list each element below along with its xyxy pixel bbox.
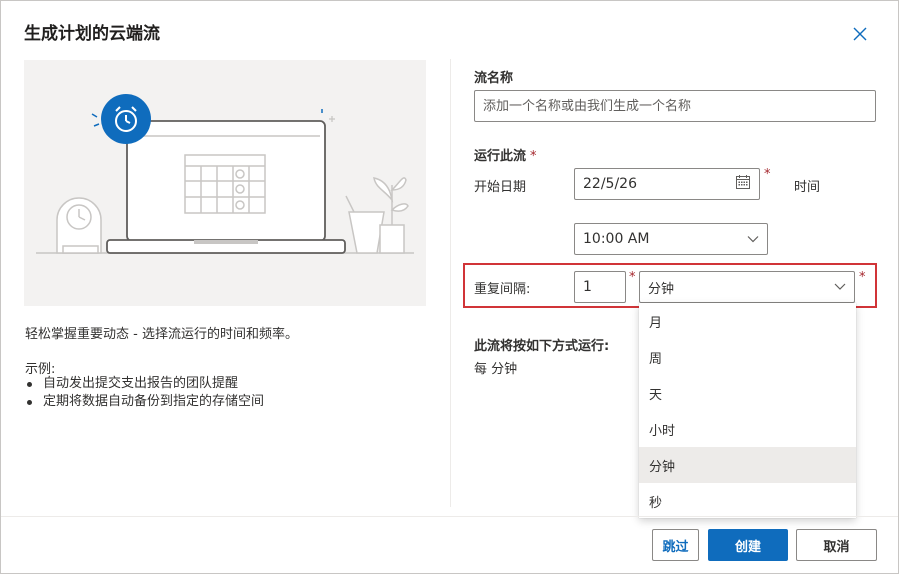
required-mark: * (859, 270, 866, 285)
summary-label: 此流将按如下方式运行: (474, 339, 610, 354)
frequency-dropdown: 月 周 天 小时 分钟 秒 (639, 303, 856, 518)
illustration (24, 60, 426, 306)
create-button[interactable]: 创建 (708, 529, 788, 561)
skip-button[interactable]: 跳过 (652, 529, 699, 561)
calendar-icon[interactable] (735, 174, 751, 194)
cancel-button[interactable]: 取消 (796, 529, 877, 561)
bullet-icon (27, 399, 32, 405)
frequency-select[interactable]: 分钟 (639, 271, 855, 303)
flow-name-label: 流名称 (474, 71, 514, 86)
time-label: 时间 (794, 180, 821, 195)
option-day[interactable]: 天 (639, 375, 856, 411)
start-date-value: 22/5/26 (583, 176, 637, 192)
option-second[interactable]: 秒 (639, 483, 856, 519)
alarm-clock-icon (91, 94, 151, 144)
frequency-value: 分钟 (648, 281, 675, 297)
close-icon[interactable] (849, 23, 871, 45)
start-date-picker[interactable]: 22/5/26 (574, 168, 760, 200)
dialog-title: 生成计划的云端流 (24, 24, 160, 44)
run-label: 运行此流 * (474, 145, 537, 164)
bullet-icon (27, 381, 32, 387)
example-text: 自动发出提交支出报告的团队提醒 (43, 376, 239, 391)
option-hour[interactable]: 小时 (639, 411, 856, 447)
option-minute[interactable]: 分钟 (639, 447, 856, 483)
plant-icon (345, 177, 409, 254)
required-mark: * (530, 149, 537, 164)
footer-divider (1, 516, 898, 517)
interval-input[interactable]: 1 (574, 271, 626, 303)
option-week[interactable]: 周 (639, 339, 856, 375)
time-select[interactable]: 10:00 AM (574, 223, 768, 255)
laptop-icon (106, 120, 346, 254)
flow-name-input[interactable] (474, 90, 876, 122)
option-month[interactable]: 月 (639, 303, 856, 339)
example-text: 定期将数据自动备份到指定的存储空间 (43, 394, 265, 409)
time-value: 10:00 AM (583, 231, 650, 247)
start-date-label: 开始日期 (474, 180, 527, 195)
examples-list: 自动发出提交支出报告的团队提醒 定期将数据自动备份到指定的存储空间 (27, 375, 264, 411)
repeat-label: 重复间隔: (474, 282, 531, 297)
summary-value: 每 分钟 (474, 362, 518, 377)
list-item: 定期将数据自动备份到指定的存储空间 (27, 393, 264, 411)
interval-value: 1 (583, 279, 592, 295)
required-mark: * (764, 167, 771, 182)
required-mark: * (629, 270, 636, 285)
desk-clock-icon (56, 197, 102, 254)
run-label-text: 运行此流 (474, 149, 527, 164)
vertical-divider (450, 59, 451, 507)
chevron-down-icon (747, 231, 759, 247)
dialog: 生成计划的云端流 轻松掌握重要动态 - 选择流运行的时间和频率。 示例: 自动发… (0, 0, 899, 574)
chevron-down-icon (834, 280, 846, 295)
list-item: 自动发出提交支出报告的团队提醒 (27, 375, 264, 393)
description-text: 轻松掌握重要动态 - 选择流运行的时间和频率。 (25, 327, 298, 342)
